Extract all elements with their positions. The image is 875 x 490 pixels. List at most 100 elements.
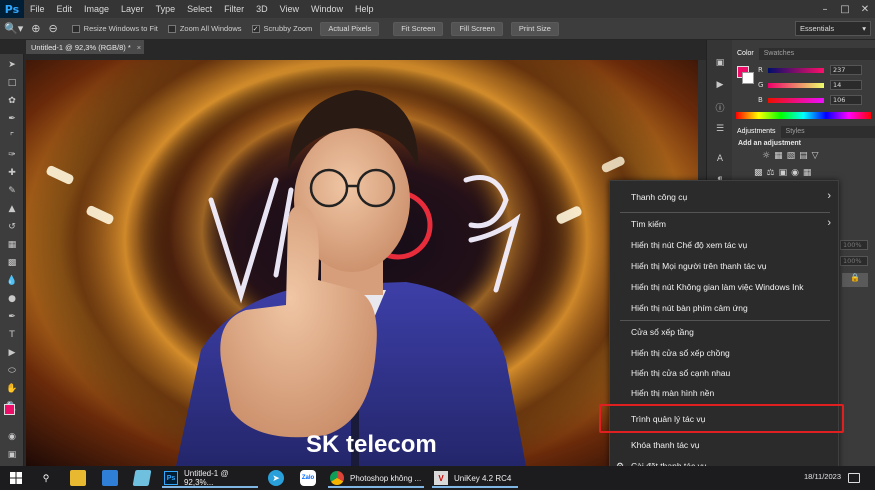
notification-icon[interactable] bbox=[848, 473, 860, 483]
telegram-icon[interactable]: ➤ bbox=[268, 470, 284, 486]
fill-screen-button[interactable]: Fill Screen bbox=[451, 21, 503, 36]
info-icon[interactable]: ⓘ bbox=[712, 100, 728, 114]
crop-tool-icon[interactable]: ⌜ bbox=[3, 130, 21, 144]
zoom-all-windows-checkbox[interactable]: Zoom All Windows bbox=[167, 24, 242, 33]
menu-filter[interactable]: Filter bbox=[218, 4, 250, 14]
adjustment-icons-row-1[interactable]: ☼▦▧▤▽ bbox=[762, 151, 823, 161]
blue-slider[interactable]: B 106 bbox=[758, 94, 873, 106]
resize-windows-checkbox[interactable]: Resize Windows to Fit bbox=[71, 24, 158, 33]
eyedropper-tool-icon[interactable]: ✑ bbox=[3, 148, 21, 162]
zoom-in-icon[interactable]: ⊕ bbox=[27, 22, 44, 35]
zalo-icon[interactable]: Zalo bbox=[300, 470, 316, 486]
document-tab[interactable]: Untitled-1 @ 92,3% (RGB/8) * × bbox=[26, 40, 144, 54]
color-ramp[interactable] bbox=[736, 112, 871, 119]
menu-item-cascade[interactable]: Cửa sổ xếp tầng bbox=[610, 322, 838, 342]
menu-type[interactable]: Type bbox=[150, 4, 182, 14]
notepad-icon[interactable] bbox=[132, 470, 152, 486]
zoom-out-icon[interactable]: ⊖ bbox=[44, 22, 61, 35]
menu-image[interactable]: Image bbox=[78, 4, 115, 14]
actual-pixels-button[interactable]: Actual Pixels bbox=[320, 21, 380, 36]
red-value-input[interactable]: 237 bbox=[830, 65, 862, 75]
brush-presets-icon[interactable]: ☰ bbox=[712, 122, 728, 136]
type-tool-icon[interactable]: T bbox=[3, 328, 21, 342]
marquee-tool-icon[interactable]: □ bbox=[3, 76, 21, 90]
resize-windows-label: Resize Windows to Fit bbox=[83, 24, 158, 33]
background-color-chip[interactable] bbox=[742, 72, 754, 84]
clone-stamp-tool-icon[interactable]: ▲ bbox=[3, 202, 21, 216]
blue-track[interactable] bbox=[768, 97, 824, 103]
file-explorer-icon[interactable] bbox=[70, 470, 86, 486]
menu-file[interactable]: File bbox=[24, 4, 51, 14]
green-track[interactable] bbox=[768, 82, 824, 88]
brush-tool-icon[interactable]: ✎ bbox=[3, 184, 21, 198]
green-value-input[interactable]: 14 bbox=[830, 80, 862, 90]
zoom-tool-icon[interactable]: 🔍▾ bbox=[0, 22, 27, 35]
pen-tool-icon[interactable]: ✒ bbox=[3, 310, 21, 324]
quick-mask-icon[interactable]: ◉ bbox=[3, 430, 21, 444]
quick-select-tool-icon[interactable]: ✒ bbox=[3, 112, 21, 126]
store-icon[interactable] bbox=[102, 470, 118, 486]
menu-item-search[interactable]: Tìm kiếm › bbox=[610, 214, 838, 234]
menu-item-show-desktop[interactable]: Hiển thị màn hình nền bbox=[610, 383, 838, 403]
layer-lock-icon[interactable]: 🔒 bbox=[842, 273, 868, 287]
fit-screen-button[interactable]: Fit Screen bbox=[393, 21, 444, 36]
healing-tool-icon[interactable]: ✚ bbox=[3, 166, 21, 180]
menu-edit[interactable]: Edit bbox=[51, 4, 79, 14]
menu-layer[interactable]: Layer bbox=[115, 4, 150, 14]
menu-item-windows-ink[interactable]: Hiển thị nút Không gian làm việc Windows… bbox=[610, 277, 838, 297]
menu-item-stacked[interactable]: Hiển thị cửa sổ xếp chồng bbox=[610, 343, 838, 363]
history-brush-tool-icon[interactable]: ↺ bbox=[3, 220, 21, 234]
minimize-button[interactable]: – bbox=[815, 0, 835, 18]
menu-select[interactable]: Select bbox=[181, 4, 218, 14]
canvas-image[interactable]: SK telecom bbox=[26, 60, 698, 466]
red-track[interactable] bbox=[768, 67, 824, 73]
green-slider[interactable]: G 14 bbox=[758, 79, 873, 91]
workspace-select[interactable]: Essentials ▾ bbox=[795, 21, 871, 36]
shape-tool-icon[interactable]: ⬭ bbox=[3, 364, 21, 378]
eraser-tool-icon[interactable]: ▦ bbox=[3, 238, 21, 252]
layer-opacity-field[interactable]: 100% bbox=[840, 240, 868, 250]
actions-icon[interactable]: ▶ bbox=[712, 78, 728, 92]
taskbar-date[interactable]: 18/11/2023 bbox=[804, 472, 841, 481]
menu-separator bbox=[620, 320, 830, 321]
close-tab-icon[interactable]: × bbox=[137, 43, 141, 52]
hand-tool-icon[interactable]: ✋ bbox=[3, 382, 21, 396]
taskbar-app-unikey[interactable]: V UniKey 4.2 RC4 bbox=[430, 468, 520, 488]
search-icon[interactable]: ⚲ bbox=[38, 470, 54, 486]
print-size-button[interactable]: Print Size bbox=[510, 21, 559, 36]
scrubby-zoom-checkbox[interactable]: ✓ Scrubby Zoom bbox=[251, 24, 312, 33]
tab-swatches[interactable]: Swatches bbox=[759, 48, 799, 60]
taskbar-app-chrome[interactable]: Photoshop không ... bbox=[326, 468, 426, 488]
move-tool-icon[interactable]: ➤ bbox=[3, 58, 21, 72]
gradient-tool-icon[interactable]: ▩ bbox=[3, 256, 21, 270]
character-icon[interactable]: A bbox=[712, 152, 728, 166]
menu-item-lock-taskbar[interactable]: Khóa thanh tác vụ bbox=[610, 435, 838, 455]
menu-item-side-by-side[interactable]: Hiển thị cửa sổ cạnh nhau bbox=[610, 363, 838, 383]
path-select-tool-icon[interactable]: ▶ bbox=[3, 346, 21, 360]
blue-value-input[interactable]: 106 bbox=[830, 95, 862, 105]
screen-mode-icon[interactable]: ▣ bbox=[3, 448, 21, 462]
red-slider[interactable]: R 237 bbox=[758, 64, 873, 76]
menu-window[interactable]: Window bbox=[305, 4, 349, 14]
close-button[interactable]: ✕ bbox=[855, 0, 875, 18]
tab-styles[interactable]: Styles bbox=[781, 126, 810, 138]
windows-start-icon[interactable] bbox=[8, 470, 24, 486]
lasso-tool-icon[interactable]: ✿ bbox=[3, 94, 21, 108]
history-icon[interactable]: ▣ bbox=[712, 56, 728, 70]
taskbar-app-photoshop[interactable]: Ps Untitled-1 @ 92,3%... bbox=[160, 468, 260, 488]
menu-3d[interactable]: 3D bbox=[250, 4, 274, 14]
adjustment-icons-row-2[interactable]: ▩⚖▣◉▦ bbox=[754, 168, 815, 178]
menu-item-toolbars[interactable]: Thanh công cụ › bbox=[610, 187, 838, 207]
layer-fill-field[interactable]: 100% bbox=[840, 256, 868, 266]
tab-adjustments[interactable]: Adjustments bbox=[732, 126, 781, 138]
dodge-tool-icon[interactable]: ● bbox=[3, 292, 21, 306]
menu-item-people[interactable]: Hiển thị Mọi người trên thanh tác vụ bbox=[610, 256, 838, 276]
tab-color[interactable]: Color bbox=[732, 48, 759, 60]
menu-view[interactable]: View bbox=[274, 4, 305, 14]
blur-tool-icon[interactable]: 💧 bbox=[3, 274, 21, 288]
menu-help[interactable]: Help bbox=[349, 4, 380, 14]
menu-item-touch-keyboard[interactable]: Hiển thị nút bàn phím cảm ứng bbox=[610, 298, 838, 318]
menu-item-task-view[interactable]: Hiển thị nút Chế độ xem tác vụ bbox=[610, 235, 838, 255]
foreground-color-swatch[interactable] bbox=[4, 404, 15, 415]
maximize-button[interactable]: □ bbox=[835, 0, 855, 18]
